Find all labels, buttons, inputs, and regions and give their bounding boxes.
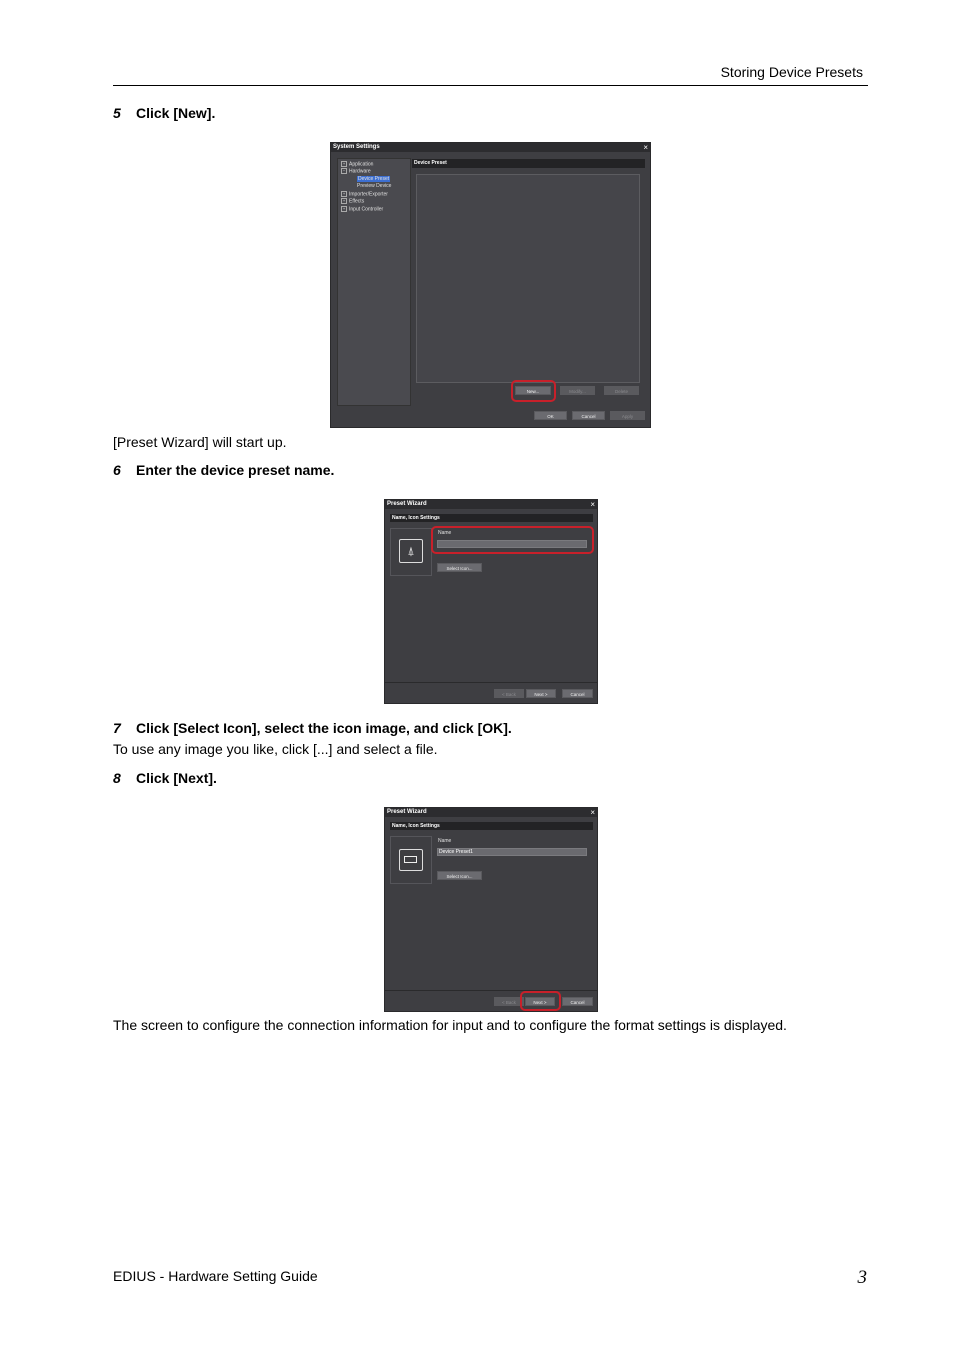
- expand-icon[interactable]: +: [341, 198, 347, 204]
- modify-button[interactable]: Modify...: [560, 386, 595, 395]
- section-title: Name, Icon Settings: [392, 823, 440, 829]
- paragraph: The screen to configure the connection i…: [113, 1017, 787, 1033]
- device-icon: [399, 849, 423, 871]
- tree-item-hardware[interactable]: − Hardware: [341, 168, 371, 174]
- step-number: 8: [113, 770, 121, 786]
- step-8: 8 Click [Next].: [113, 770, 217, 786]
- tree-item-preview-device[interactable]: Preview Device: [357, 183, 391, 189]
- section-header: Name, Icon Settings: [390, 514, 593, 522]
- select-icon-button[interactable]: Select Icon...: [437, 563, 482, 572]
- cancel-button[interactable]: Cancel: [572, 411, 605, 420]
- highlight-ring: [520, 991, 561, 1011]
- step-text: Click [Select Icon], select the icon ima…: [136, 720, 512, 736]
- expand-icon[interactable]: +: [341, 191, 347, 197]
- highlight-ring: [511, 380, 556, 402]
- highlight-ring: [431, 526, 594, 554]
- step-number: 7: [113, 720, 121, 736]
- select-icon-button[interactable]: Select Icon...: [437, 871, 482, 880]
- dialog-title: System Settings: [331, 143, 650, 152]
- close-icon[interactable]: ×: [590, 500, 595, 509]
- step-text: Click [Next].: [136, 770, 217, 786]
- expand-icon[interactable]: +: [341, 206, 347, 212]
- section-title: Name, Icon Settings: [392, 515, 440, 521]
- tree-item-importer-exporter[interactable]: + Importer/Exporter: [341, 191, 388, 197]
- settings-tree: + Application − Hardware Device Preset Pre…: [337, 158, 411, 406]
- expand-icon[interactable]: +: [341, 161, 347, 167]
- step-number: 5: [113, 105, 121, 121]
- panel-title: Device Preset: [414, 160, 447, 166]
- page-number: 3: [857, 1267, 868, 1288]
- cancel-button[interactable]: Cancel: [562, 997, 593, 1006]
- section-header: Name, Icon Settings: [390, 822, 593, 830]
- preset-wizard-dialog-filled: Preset Wizard × Name, Icon Settings Name…: [384, 807, 598, 1012]
- divider: [385, 990, 597, 991]
- next-button[interactable]: Next >: [526, 689, 556, 698]
- dialog-title: Preset Wizard: [385, 808, 597, 817]
- footer-title: EDIUS - Hardware Setting Guide: [113, 1268, 318, 1284]
- header-divider: [113, 85, 868, 86]
- icon-preview: [390, 836, 432, 884]
- step-text: Click [New].: [136, 105, 216, 121]
- tree-item-device-preset[interactable]: Device Preset: [357, 176, 391, 182]
- dialog-title: Preset Wizard: [385, 500, 597, 509]
- preset-list[interactable]: [416, 174, 640, 383]
- close-icon[interactable]: ×: [643, 143, 648, 152]
- collapse-icon[interactable]: −: [341, 168, 347, 174]
- name-field[interactable]: Device Preset1: [437, 848, 587, 856]
- step-5: 5 Click [New].: [113, 105, 215, 121]
- step-6: 6 Enter the device preset name.: [113, 462, 334, 478]
- close-icon[interactable]: ×: [590, 808, 595, 817]
- delete-button[interactable]: Delete: [604, 386, 639, 395]
- paragraph: [Preset Wizard] will start up.: [113, 434, 287, 450]
- step-7: 7 Click [Select Icon], select the icon im…: [113, 720, 512, 736]
- tree-item-application[interactable]: + Application: [341, 161, 373, 167]
- cancel-button[interactable]: Cancel: [562, 689, 593, 698]
- divider: [385, 682, 597, 683]
- paragraph: To use any image you like, click [...] a…: [113, 741, 438, 757]
- tree-item-effects[interactable]: + Effects: [341, 198, 364, 204]
- name-label: Name: [438, 838, 452, 844]
- tree-item-input-controller[interactable]: + Input Controller: [341, 206, 383, 212]
- icon-preview: ⍋: [390, 528, 432, 576]
- panel-header: Device Preset: [412, 159, 645, 168]
- name-field-value: Device Preset1: [439, 849, 473, 855]
- ok-button[interactable]: OK: [534, 411, 567, 420]
- apply-button[interactable]: Apply: [610, 411, 645, 420]
- step-text: Enter the device preset name.: [136, 462, 335, 478]
- step-number: 6: [113, 462, 121, 478]
- system-settings-dialog: System Settings × + Application − Hardware…: [330, 142, 651, 428]
- running-header: Storing Device Presets: [720, 64, 863, 80]
- back-button[interactable]: < Back: [494, 689, 524, 698]
- preset-wizard-dialog: Preset Wizard × Name, Icon Settings ⍋ Na…: [384, 499, 598, 704]
- antenna-icon: ⍋: [399, 539, 423, 563]
